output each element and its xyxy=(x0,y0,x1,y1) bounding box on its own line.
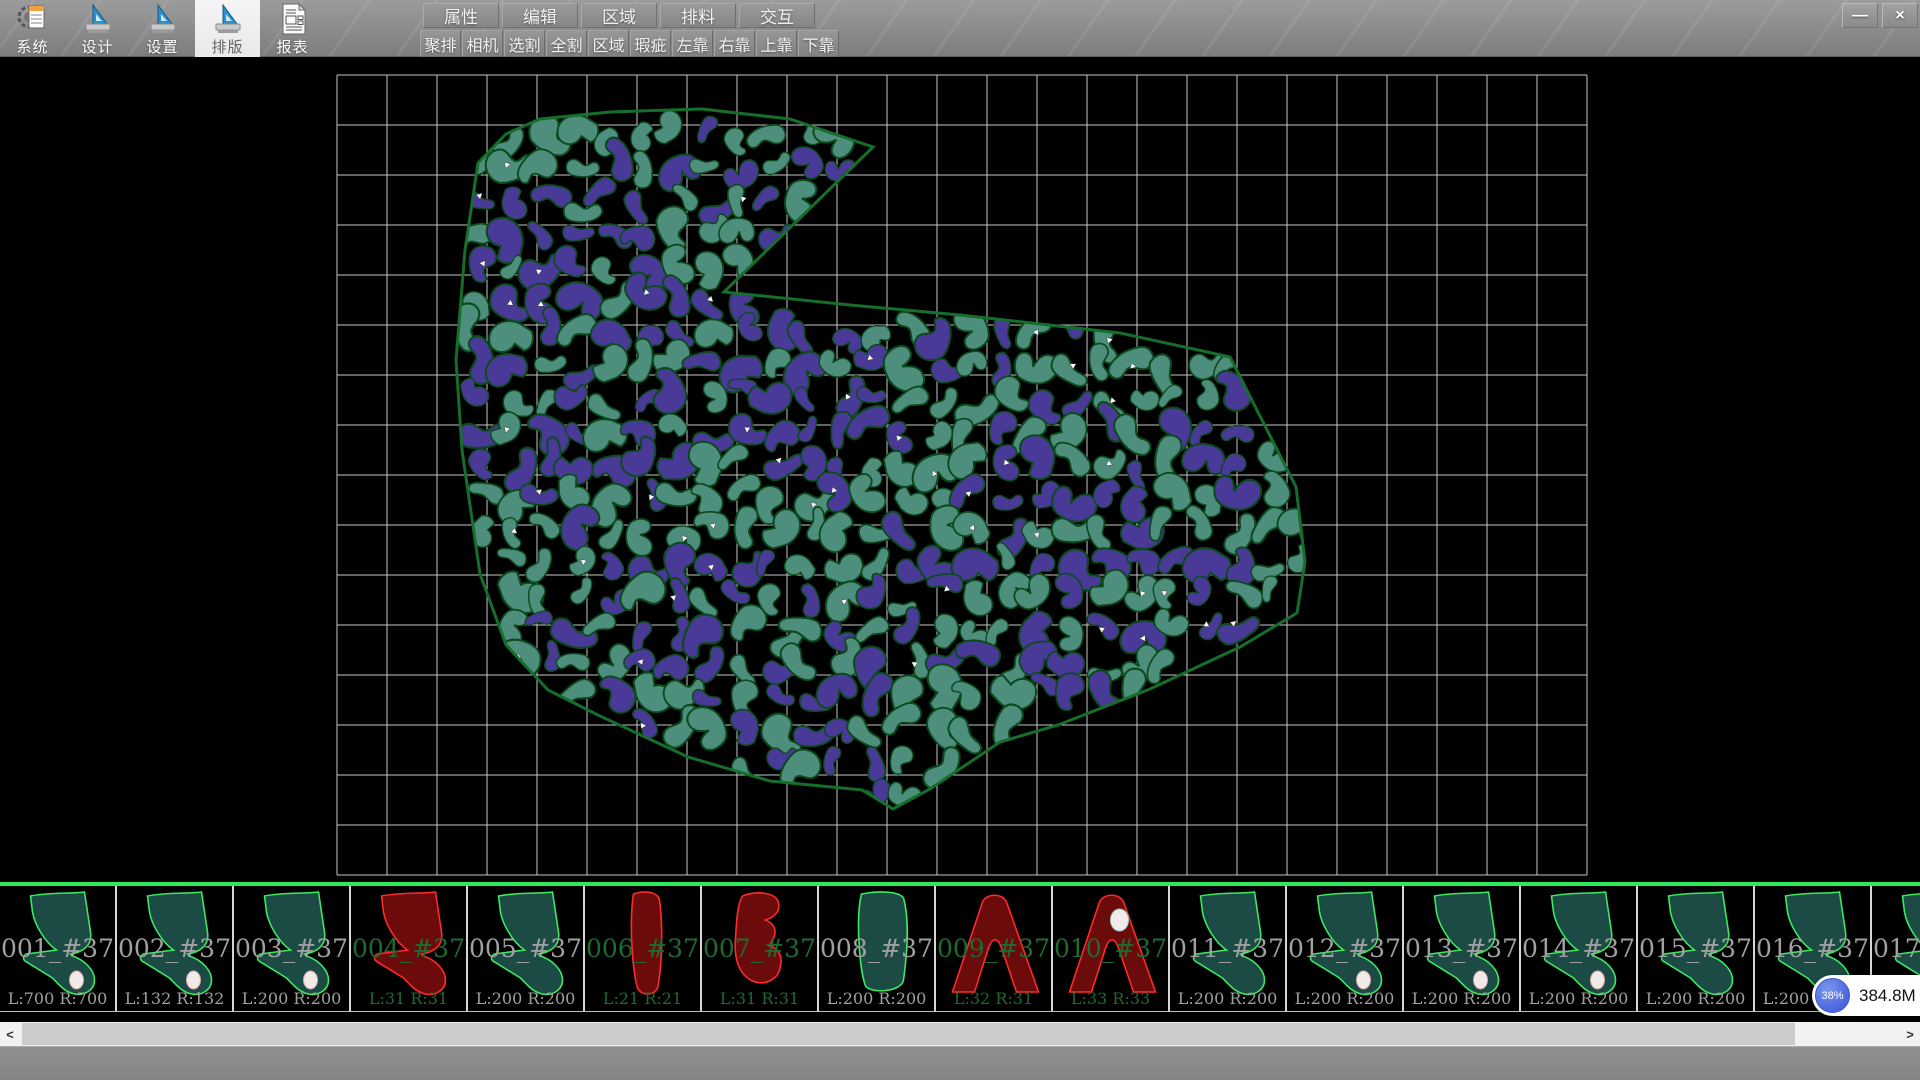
menu-tab-bar: 属性编辑区域排料交互 xyxy=(423,3,815,28)
tool-button-5[interactable]: 区域 xyxy=(588,30,629,57)
nesting-canvas[interactable] xyxy=(0,57,1920,882)
launcher-button-4[interactable]: 排版 xyxy=(195,0,260,57)
piece-lr-label: L:200 R:200 xyxy=(468,989,583,1008)
piece-id-label: 008_#37 xyxy=(819,934,934,963)
piece-lr-label: L:200 R:200 xyxy=(1638,989,1753,1008)
piece-id-label: 001_#37 xyxy=(0,934,115,963)
tool-button-3[interactable]: 选割 xyxy=(504,30,545,57)
gear-doc-icon xyxy=(16,2,50,36)
piece-id-label: 016_#37 xyxy=(1755,934,1870,963)
launcher-button-5[interactable]: 报表 xyxy=(260,0,325,57)
tool-button-8[interactable]: 右靠 xyxy=(714,30,755,57)
piece-thumbnail-013[interactable]: 013_#37 L:200 R:200 xyxy=(1404,886,1521,1012)
piece-thumbnail-007[interactable]: 007_#37 L:31 R:31 xyxy=(702,886,819,1012)
piece-id-label: 015_#37 xyxy=(1638,934,1753,963)
piece-thumbnail-006[interactable]: 006_#37 L:21 R:21 xyxy=(585,886,702,1012)
minimize-button[interactable]: — xyxy=(1842,3,1878,28)
piece-thumbnail-014[interactable]: 014_#37 L:200 R:200 xyxy=(1521,886,1638,1012)
scroll-right-arrow-icon[interactable]: > xyxy=(1900,1022,1920,1046)
piece-id-label: 017_#37 xyxy=(1872,934,1920,963)
piece-thumbnail-015[interactable]: 015_#37 L:200 R:200 xyxy=(1638,886,1755,1012)
memory-badge: 38% 384.8M xyxy=(1812,975,1920,1016)
horizontal-scrollbar[interactable]: < > xyxy=(0,1022,1920,1046)
tool-button-10[interactable]: 下靠 xyxy=(798,30,839,57)
piece-thumbnail-004[interactable]: 004_#37 L:31 R:31 xyxy=(351,886,468,1012)
main-toolbar: 系统设计设置排版报表 属性编辑区域排料交互 聚排相机选割全割区域瑕疵左靠右靠上靠… xyxy=(0,0,1920,57)
piece-thumbnail-010[interactable]: 010_#37 L:33 R:33 xyxy=(1053,886,1170,1012)
piece-lr-label: L:200 R:200 xyxy=(1521,989,1636,1008)
piece-id-label: 014_#37 xyxy=(1521,934,1636,963)
setsquare-icon xyxy=(81,2,115,36)
piece-id-label: 012_#37 xyxy=(1287,934,1402,963)
piece-id-label: 003_#37 xyxy=(234,934,349,963)
setsquare-icon xyxy=(146,2,180,36)
piece-id-label: 002_#37 xyxy=(117,934,232,963)
piece-thumbnail-012[interactable]: 012_#37 L:200 R:200 xyxy=(1287,886,1404,1012)
piece-thumbnail-011[interactable]: 011_#37 L:200 R:200 xyxy=(1170,886,1287,1012)
tool-button-4[interactable]: 全割 xyxy=(546,30,587,57)
piece-lr-label: L:132 R:132 xyxy=(117,989,232,1008)
piece-thumbnail-003[interactable]: 003_#37 L:200 R:200 xyxy=(234,886,351,1012)
piece-thumbnail-005[interactable]: 005_#37 L:200 R:200 xyxy=(468,886,585,1012)
piece-thumbnail-002[interactable]: 002_#37 L:132 R:132 xyxy=(117,886,234,1012)
launcher-button-label: 报表 xyxy=(276,36,308,57)
pieces-panel: 001_#37L:700 R:700002_#37L:132 R:132003_… xyxy=(0,886,1920,1012)
tool-button-bar: 聚排相机选割全割区域瑕疵左靠右靠上靠下靠 xyxy=(420,30,839,57)
piece-lr-label: L:700 R:700 xyxy=(0,989,115,1008)
launcher-button-label: 设计 xyxy=(81,36,113,57)
launcher-button-label: 排版 xyxy=(211,36,243,57)
piece-thumbnail-001[interactable]: 001_#37 L:700 R:700 xyxy=(0,886,117,1012)
piece-lr-label: L:31 R:31 xyxy=(702,989,817,1008)
piece-lr-label: L:200 R:200 xyxy=(1404,989,1519,1008)
status-bar xyxy=(0,1046,1920,1080)
tool-button-7[interactable]: 左靠 xyxy=(672,30,713,57)
piece-id-label: 013_#37 xyxy=(1404,934,1519,963)
scrollbar-thumb[interactable] xyxy=(22,1023,1795,1045)
menu-tab-2[interactable]: 编辑 xyxy=(502,3,578,28)
tool-button-6[interactable]: 瑕疵 xyxy=(630,30,671,57)
piece-id-label: 011_#37 xyxy=(1170,934,1285,963)
memory-percent-label: 38% xyxy=(1821,990,1843,1002)
piece-id-label: 004_#37 xyxy=(351,934,466,963)
launcher-button-2[interactable]: 设计 xyxy=(65,0,130,57)
piece-lr-label: L:200 R:200 xyxy=(234,989,349,1008)
piece-id-label: 007_#37 xyxy=(702,934,817,963)
piece-id-label: 010_#37 xyxy=(1053,934,1168,963)
tool-button-1[interactable]: 聚排 xyxy=(420,30,461,57)
piece-lr-label: L:200 R:200 xyxy=(1170,989,1285,1008)
piece-lr-label: L:33 R:33 xyxy=(1053,989,1168,1008)
piece-thumbnail-008[interactable]: 008_#37 L:200 R:200 xyxy=(819,886,936,1012)
report-doc-icon xyxy=(276,2,310,36)
piece-lr-label: L:32 R:31 xyxy=(936,989,1051,1008)
memory-percent-indicator: 38% xyxy=(1815,978,1850,1013)
launcher-button-1[interactable]: 系统 xyxy=(0,0,65,57)
tool-button-2[interactable]: 相机 xyxy=(462,30,503,57)
piece-lr-label: L:21 R:21 xyxy=(585,989,700,1008)
piece-lr-label: L:200 R:200 xyxy=(1287,989,1402,1008)
setsquare-icon xyxy=(211,2,245,36)
menu-tab-3[interactable]: 区域 xyxy=(581,3,657,28)
scroll-left-arrow-icon[interactable]: < xyxy=(0,1022,20,1046)
menu-tab-5[interactable]: 交互 xyxy=(739,3,815,28)
launcher-button-3[interactable]: 设置 xyxy=(130,0,195,57)
piece-id-label: 009_#37 xyxy=(936,934,1051,963)
piece-lr-label: L:200 R:200 xyxy=(819,989,934,1008)
piece-lr-label: L:31 R:31 xyxy=(351,989,466,1008)
close-button[interactable]: × xyxy=(1882,3,1918,28)
window-controls: — × xyxy=(1842,3,1918,28)
piece-id-label: 005_#37 xyxy=(468,934,583,963)
tool-button-9[interactable]: 上靠 xyxy=(756,30,797,57)
memory-usage-label: 384.8M xyxy=(1859,986,1916,1006)
menu-tab-4[interactable]: 排料 xyxy=(660,3,736,28)
launcher-button-label: 设置 xyxy=(146,36,178,57)
piece-id-label: 006_#37 xyxy=(585,934,700,963)
piece-thumbnail-009[interactable]: 009_#37 L:32 R:31 xyxy=(936,886,1053,1012)
launcher-bar: 系统 设计 设置 排版 报表 xyxy=(0,0,325,57)
launcher-button-label: 系统 xyxy=(16,36,48,57)
menu-tab-1[interactable]: 属性 xyxy=(423,3,499,28)
